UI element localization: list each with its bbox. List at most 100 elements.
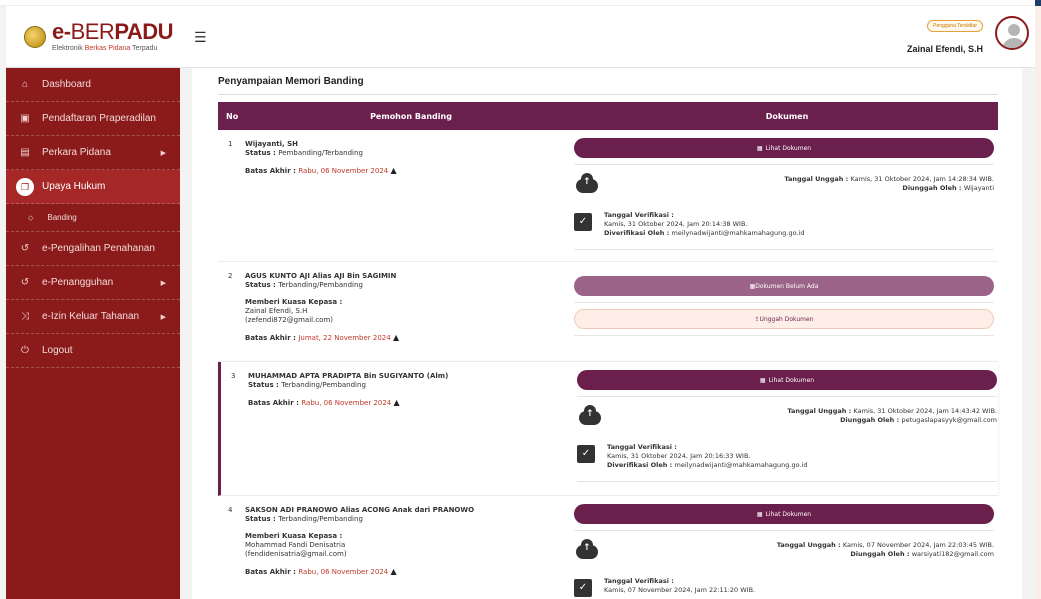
status-label: Status : <box>245 515 279 524</box>
verify-date: Kamis, 07 November 2024, Jam 22:11:20 WI… <box>604 585 756 594</box>
app-window: e-BERPADU Elektronik Berkas Pidana Terpa… <box>0 0 1041 599</box>
logo-subtitle: Elektronik Berkas Pidana Terpadu <box>52 45 173 52</box>
verify-info-block: ✓ Tanggal Verifikasi : Kamis, 31 Oktober… <box>574 207 994 243</box>
status-label: Status : <box>248 381 282 390</box>
lihat-dokumen-button[interactable]: ▦ Lihat Dokumen <box>577 370 997 390</box>
batas-akhir: Batas Akhir : Rabu, 06 November 2024 ▲ <box>248 398 568 408</box>
sidebar-item-label: Upaya Hukum <box>42 181 106 192</box>
avatar[interactable] <box>995 16 1029 50</box>
verify-date-label: Tanggal Verifikasi : <box>604 577 674 585</box>
batas-value: Rabu, 06 November 2024 <box>298 167 389 176</box>
pemohon-name: MUHAMMAD APTA PRADIPTA Bin SUGIYANTO (Al… <box>248 372 449 380</box>
warning-icon: ▲ <box>390 567 397 577</box>
sidebar-item-label: Perkara Pidana <box>42 147 111 158</box>
sidebar-item-logout[interactable]: ⏻ Logout <box>6 334 180 368</box>
logo[interactable]: e-BERPADU Elektronik Berkas Pidana Terpa… <box>6 6 180 68</box>
caret-right-icon: ▶ <box>160 313 166 321</box>
verifier: meilynadwijanti@mahkamahagung.go.id <box>674 460 808 469</box>
sidebar-item-upaya-hukum[interactable]: ❐ Upaya Hukum <box>6 170 180 204</box>
history-icon: ↺ <box>20 277 30 288</box>
sidebar-item-e-pengalihan-penahanan[interactable]: ↺ e-Pengalihan Penahanan <box>6 232 180 266</box>
unggah-dokumen-button[interactable]: ⇪ Unggah Dokumen <box>574 309 994 329</box>
row-number: 3 <box>231 372 236 380</box>
row-number: 4 <box>228 506 233 514</box>
dokumen-belum-ada-button[interactable]: ▦ Dokumen Belum Ada <box>574 276 994 296</box>
kuasa-label: Memberi Kuasa Kepasa : <box>245 298 343 307</box>
table-row: 3 MUHAMMAD APTA PRADIPTA Bin SUGIYANTO (… <box>218 362 998 496</box>
dokumen-cell: ▦ Dokumen Belum Ada ⇪ Unggah Dokumen <box>574 276 994 342</box>
upload-date: Kamis, 31 Oktober 2024, Jam 14:28:34 WIB… <box>850 175 995 183</box>
sidebar-item-label: e-Pengalihan Penahanan <box>42 243 155 254</box>
logo-sub-a: Elektronik <box>52 45 85 52</box>
table-header: No Pemohon Banding Dokumen <box>218 102 998 130</box>
upload-date-label: Tanggal Unggah : <box>784 175 851 183</box>
sidebar-item-perkara-pidana[interactable]: ▤ Perkara Pidana ▶ <box>6 136 180 170</box>
sidebar-item-e-penangguhan[interactable]: ↺ e-Penangguhan ▶ <box>6 266 180 300</box>
pemohon-status: Status : Terbanding/Pembanding <box>248 381 568 390</box>
power-icon: ⏻ <box>21 345 29 356</box>
file-icon: ▦ <box>756 144 763 152</box>
pemohon-name: Wijayanti, SH <box>245 140 299 148</box>
sidebar-subitem-banding[interactable]: ◇ Banding <box>6 204 180 232</box>
sidebar: e-BERPADU Elektronik Berkas Pidana Terpa… <box>6 6 180 599</box>
dokumen-cell: ▦ Lihat Dokumen ↑ Tanggal Unggah : Kamis,… <box>574 138 994 256</box>
row-number: 2 <box>228 272 233 280</box>
verifier-label: Diverifikasi Oleh : <box>604 228 672 237</box>
sidebar-item-dashboard[interactable]: ⌂ Dashboard <box>6 68 180 102</box>
sidebar-nav: ⌂ Dashboard ▣ Pendaftaran Praperadilan ▤… <box>6 68 180 368</box>
user-info: Pengguna Terdaftar Zainal Efendi, S.H <box>907 12 983 54</box>
batas-akhir: Batas Akhir : Jumat, 22 November 2024 ▲ <box>245 333 565 343</box>
pemohon-cell: MUHAMMAD APTA PRADIPTA Bin SUGIYANTO (Al… <box>248 372 568 409</box>
kuasa-email: (fendidenisatria@gmail.com) <box>245 550 347 559</box>
table-row: 4 SAKSON ADI PRANOWO Alias ACONG Anak da… <box>218 496 998 599</box>
main-content: Penyampaian Memori Banding No Pemohon Ba… <box>192 68 1022 599</box>
logo-brand-c: PADU <box>114 19 174 44</box>
batas-label: Batas Akhir : <box>245 167 299 176</box>
sidebar-item-label: Dashboard <box>42 79 91 90</box>
table-row: 2 AGUS KUNTO AJI Alias AJI Bin SAGIMIN S… <box>218 262 998 362</box>
batas-label: Batas Akhir : <box>245 568 299 577</box>
sidebar-item-label: Logout <box>42 345 73 356</box>
verifier-label: Diverifikasi Oleh : <box>607 460 675 469</box>
lihat-dokumen-button[interactable]: ▦ Lihat Dokumen <box>574 504 994 524</box>
sidebar-item-pendaftaran-praperadilan[interactable]: ▣ Pendaftaran Praperadilan <box>6 102 180 136</box>
hamburger-icon[interactable]: ☰ <box>194 30 207 46</box>
uploader: petugaslapasyyk@gmail.com <box>901 416 997 425</box>
logo-brand-a: e- <box>52 19 71 44</box>
verify-date-label: Tanggal Verifikasi : <box>604 211 674 219</box>
file-icon: ▦ <box>756 510 763 518</box>
title-divider <box>218 94 998 95</box>
verify-date-label: Tanggal Verifikasi : <box>607 443 677 451</box>
button-label: Dokumen Belum Ada <box>755 282 819 290</box>
upload-info: Tanggal Unggah : Kamis, 07 November 2024… <box>777 541 994 559</box>
verify-info-block: ✓ Tanggal Verifikasi : Kamis, 07 Novembe… <box>574 573 994 599</box>
column-header-no: No <box>226 111 239 121</box>
file-icon: ▦ <box>759 376 766 384</box>
upload-info: Tanggal Unggah : Kamis, 31 Oktober 2024,… <box>784 175 994 193</box>
copy-icon: ❐ <box>16 177 34 196</box>
warning-icon: ▲ <box>390 166 397 176</box>
sidebar-item-e-izin-keluar-tahanan[interactable]: ⤨ e-Izin Keluar Tahanan ▶ <box>6 300 180 334</box>
caret-right-icon: ▶ <box>160 279 166 287</box>
user-name: Zainal Efendi, S.H <box>906 44 983 54</box>
table-row: 1 Wijayanti, SH Status : Pembanding/Terb… <box>218 130 998 262</box>
column-header-dokumen: Dokumen <box>765 111 809 121</box>
user-menu[interactable]: Pengguna Terdaftar Zainal Efendi, S.H <box>907 12 1029 54</box>
kuasa-name: Mohammad Fandi Denisatria <box>245 541 346 550</box>
user-role-badge: Pengguna Terdaftar <box>927 20 983 32</box>
warning-icon: ▲ <box>393 398 400 408</box>
upload-date: Kamis, 07 November 2024, Jam 22:03:45 WI… <box>842 541 994 549</box>
pemohon-name: AGUS KUNTO AJI Alias AJI Bin SAGIMIN <box>245 272 397 280</box>
verify-date: Kamis, 31 Oktober 2024, Jam 20:16:33 WIB… <box>607 451 751 460</box>
pemohon-status: Status : Terbanding/Pembanding <box>245 515 565 524</box>
verify-info: Tanggal Verifikasi : Kamis, 31 Oktober 2… <box>604 211 804 237</box>
uploader: Wijayanti <box>963 184 994 193</box>
history-icon: ↺ <box>20 243 30 254</box>
logo-sub-b: Berkas Pidana <box>84 45 131 52</box>
cloud-upload-icon: ↑ <box>576 539 598 559</box>
batas-label: Batas Akhir : <box>248 399 302 408</box>
verify-date: Kamis, 31 Oktober 2024, Jam 20:14:38 WIB… <box>604 219 748 228</box>
kuasa-label: Memberi Kuasa Kepasa : <box>245 532 343 541</box>
lihat-dokumen-button[interactable]: ▦ Lihat Dokumen <box>574 138 994 158</box>
upload-info-block: ↑ Tanggal Unggah : Kamis, 07 November 20… <box>574 537 994 573</box>
